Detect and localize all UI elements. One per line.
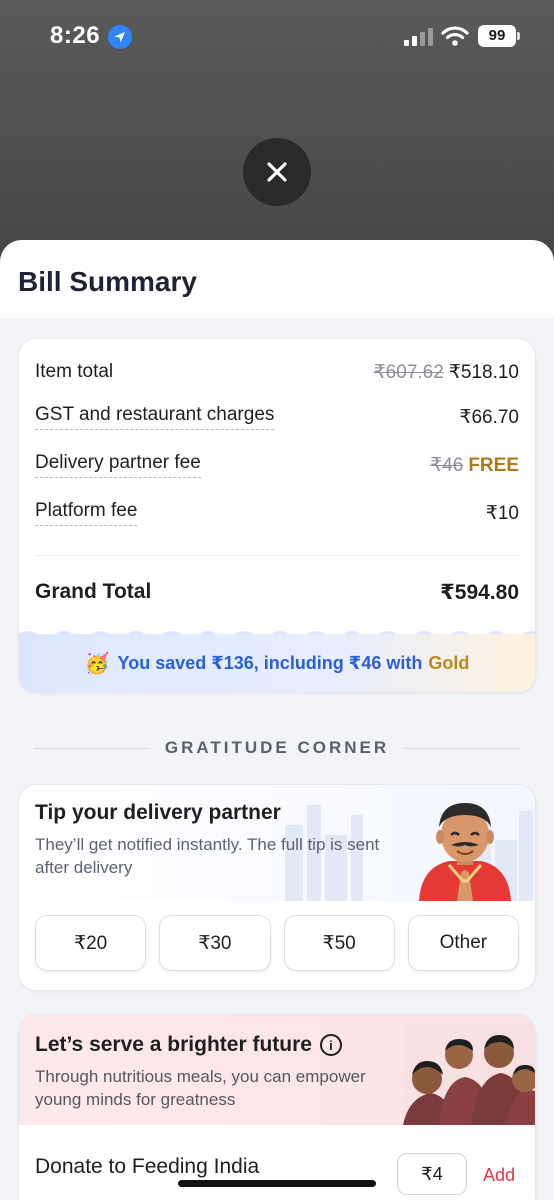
bill-summary-sheet: Bill Summary Item total ₹607.62 ₹518.10 G… xyxy=(0,240,554,1200)
close-icon xyxy=(267,162,287,182)
platform-fee-value: ₹10 xyxy=(485,502,519,524)
tip-option-20[interactable]: ₹20 xyxy=(35,915,147,971)
tip-option-50[interactable]: ₹50 xyxy=(283,915,395,971)
item-total-original: ₹607.62 xyxy=(373,361,444,383)
item-total-row: Item total ₹607.62 ₹518.10 xyxy=(35,357,519,387)
donate-card: Let’s serve a brighter future i Through … xyxy=(18,1014,536,1200)
savings-gold-label: Gold xyxy=(428,652,470,673)
tip-options: ₹20 ₹30 ₹50 Other xyxy=(35,915,519,971)
donate-amount[interactable]: ₹4 xyxy=(397,1153,467,1195)
item-total-value: ₹518.10 xyxy=(448,361,519,383)
party-face-icon: 🥳 xyxy=(84,652,110,675)
donate-label: Donate to Feeding India xyxy=(35,1155,260,1178)
status-bar: 8:26 99 xyxy=(0,0,554,74)
tip-subtitle: They’ll get notified instantly. The full… xyxy=(35,835,380,877)
donate-title-row: Let’s serve a brighter future i xyxy=(35,1033,342,1057)
gst-row[interactable]: GST and restaurant charges ₹66.70 xyxy=(35,402,519,432)
donate-title: Let’s serve a brighter future xyxy=(35,1033,312,1056)
cellular-signal-icon xyxy=(404,28,433,46)
savings-text: You saved ₹136, including ₹46 with xyxy=(117,652,423,673)
battery-icon: 99 xyxy=(478,25,520,47)
gst-label[interactable]: GST and restaurant charges xyxy=(35,404,275,430)
gratitude-corner-divider: GRATITUDE CORNER xyxy=(34,736,521,760)
close-button[interactable] xyxy=(243,138,311,206)
item-total-label: Item total xyxy=(35,361,114,382)
donate-header: Let’s serve a brighter future i Through … xyxy=(19,1015,535,1125)
delivery-fee-value: FREE xyxy=(468,454,519,476)
add-donation-button[interactable]: Add xyxy=(483,1165,515,1186)
platform-fee-row[interactable]: Platform fee ₹10 xyxy=(35,498,519,528)
tip-header: Tip your delivery partner They’ll get no… xyxy=(19,785,535,901)
page-title: Bill Summary xyxy=(18,266,197,297)
sheet-header: Bill Summary xyxy=(0,240,554,318)
platform-fee-label[interactable]: Platform fee xyxy=(35,500,138,526)
bill-details-card: Item total ₹607.62 ₹518.10 GST and restau… xyxy=(18,338,536,693)
delivery-fee-label[interactable]: Delivery partner fee xyxy=(35,452,201,478)
savings-banner: 🥳 You saved ₹136, including ₹46 with Gol… xyxy=(19,634,535,692)
gst-value: ₹66.70 xyxy=(459,406,519,428)
delivery-fee-amounts: ₹46 FREE xyxy=(430,454,519,477)
bill-divider xyxy=(35,555,519,556)
tip-option-other[interactable]: Other xyxy=(407,915,519,971)
grand-total-value: ₹594.80 xyxy=(440,580,519,604)
tip-card: Tip your delivery partner They’ll get no… xyxy=(18,784,536,991)
donate-subtitle: Through nutritious meals, you can empowe… xyxy=(35,1067,366,1109)
delivery-partner-illustration xyxy=(419,803,511,901)
tip-title: Tip your delivery partner xyxy=(35,801,281,824)
status-time: 8:26 xyxy=(50,22,101,49)
grand-total-row: Grand Total ₹594.80 xyxy=(35,577,519,607)
wifi-icon xyxy=(441,26,469,46)
divider-line-right xyxy=(405,747,521,749)
delivery-fee-original: ₹46 xyxy=(430,454,464,476)
grand-total-label: Grand Total xyxy=(35,580,152,603)
location-arrow-icon xyxy=(108,25,132,49)
section-title: GRATITUDE CORNER xyxy=(164,738,390,757)
children-photo xyxy=(403,1023,535,1125)
item-total-amounts: ₹607.62 ₹518.10 xyxy=(374,361,519,384)
home-indicator[interactable] xyxy=(178,1180,376,1187)
delivery-fee-row[interactable]: Delivery partner fee ₹46 FREE xyxy=(35,450,519,480)
tip-option-30[interactable]: ₹30 xyxy=(159,915,271,971)
info-icon[interactable]: i xyxy=(319,1034,342,1056)
divider-line-left xyxy=(34,747,149,749)
